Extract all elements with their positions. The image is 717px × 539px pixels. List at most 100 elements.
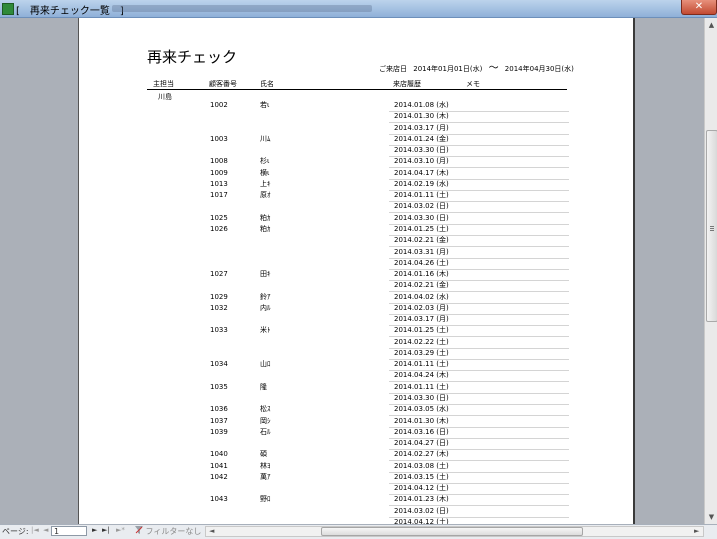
customer-no-cell: 1008 [210,157,228,166]
page-label: ページ: [2,527,29,536]
visit-date-cell: 2014.03.15 (土) [394,472,449,481]
customer-name-cell: 萬ｱ [260,472,271,481]
header-staff: 主担当 [153,80,174,88]
customer-no-cell: 1029 [210,292,228,301]
access-report-icon [2,3,14,15]
visit-date-cell: 2014.03.31 (月) [394,247,449,256]
visit-date-cell: 2014.01.23 (木) [394,495,449,504]
customer-no-cell: 1042 [210,472,228,481]
visit-date-cell: 2014.04.26 (土) [394,258,449,267]
visit-date-cell: 2014.02.03 (月) [394,303,449,312]
next-page-button[interactable]: ► [92,526,97,534]
customer-no-cell: 1017 [210,191,228,200]
prev-page-button[interactable]: ◄ [43,526,48,534]
customer-no-cell: 1013 [210,179,228,188]
filter-label: フィルターなし [145,527,202,536]
visit-date-cell: 2014.03.02 (日) [394,506,449,515]
visit-date-cell: 2014.03.02 (日) [394,202,449,211]
horizontal-scrollbar[interactable]: ◄ ► [205,526,704,537]
customer-name-cell: 野ﾛ [260,495,271,504]
date-from: 2014年01月01日(水) [413,65,483,73]
customer-name-cell: 川ﾑ [260,134,271,143]
visit-date-cell: 2014.04.24 (木) [394,371,449,380]
customer-name-cell: 上ｷ [260,179,271,188]
customer-no-cell: 1034 [210,360,228,369]
customer-name-cell: 山ﾛ [260,360,271,369]
blurred-title-region [112,5,372,12]
page-number-input[interactable]: 1 [51,526,87,536]
customer-name-cell: 碩 [260,450,267,459]
visit-date-cell: 2014.02.21 (金) [394,281,449,290]
customer-name-cell: 岡ｼ [260,416,271,425]
filter-icon [135,526,143,534]
scroll-right-arrow-icon[interactable]: ► [694,527,699,535]
visit-date-cell: 2014.03.16 (日) [394,427,449,436]
visit-date-cell: 2014.03.08 (土) [394,461,449,470]
customer-no-cell: 1027 [210,270,228,279]
customer-name-cell: 粕ｶ [260,213,271,222]
customer-name-cell: 若ι [260,101,270,109]
window-title: [ 再来チェック一覧 ] [16,6,124,17]
header-customer-no: 顧客番号 [209,80,237,88]
header-rule [147,89,567,90]
visit-date-cell: 2014.01.25 (土) [394,326,449,335]
customer-no-cell: 1040 [210,450,228,459]
visit-date-cell: 2014.01.11 (土) [394,191,449,200]
horizontal-scroll-thumb[interactable] [321,527,583,536]
customer-no-cell: 1003 [210,134,228,143]
customer-name-cell: 隆 [260,382,267,391]
header-name: 氏名 [260,80,274,88]
customer-name-cell: 内ﾙ [260,303,271,312]
visit-date-cell: 2014.04.12 (土) [394,484,449,493]
visit-date-cell: 2014.01.11 (土) [394,360,449,369]
visit-date-cell: 2014.03.17 (月) [394,123,449,132]
customer-name-cell: 横ι [260,168,270,177]
scroll-left-arrow-icon[interactable]: ◄ [209,527,214,535]
header-visits: 来店履歴 [393,80,421,88]
record-navigation-bar: ページ: |◄ ◄ 1 ► ►| ►* フィルターなし ◄ ► [0,524,717,539]
visit-date-cell: 2014.03.30 (日) [394,146,449,155]
customer-no-cell: 1009 [210,168,228,177]
visit-date-cell: 2014.04.02 (水) [394,292,449,301]
customer-no-cell: 1035 [210,382,228,391]
visit-date-cell: 2014.03.29 (土) [394,348,449,357]
visit-date-cell: 2014.04.17 (木) [394,168,449,177]
visit-date-cell: 2014.04.12 (土) [394,517,449,524]
first-page-button[interactable]: |◄ [31,526,39,534]
customer-name-cell: 杉ι [260,157,270,166]
visit-date-cell: 2014.03.05 (水) [394,405,449,414]
visit-date-cell: 2014.03.10 (月) [394,157,449,166]
filter-indicator[interactable]: フィルターなし [135,526,201,537]
customer-name-cell: 石ﾙ [260,427,271,436]
visit-date-cell: 2014.03.17 (月) [394,315,449,324]
visit-date-cell: 2014.01.30 (木) [394,112,449,121]
visit-date-cell: 2014.01.24 (金) [394,134,449,143]
scroll-up-arrow-icon[interactable]: ▲ [705,18,717,32]
customer-name-cell: 原ｵ [260,191,271,200]
header-memo: メモ [466,80,480,88]
visit-date-cell: 2014.02.22 (土) [394,337,449,346]
customer-no-cell: 1036 [210,405,228,414]
staff-name: 川島 [158,93,172,101]
customer-no-cell: 1002 [210,101,228,109]
vertical-scrollbar[interactable]: ▲ ▼ [704,18,717,524]
visit-date-cell: 2014.02.21 (金) [394,236,449,245]
last-page-button[interactable]: ►| [102,526,110,534]
visit-date-cell: 2014.01.08 (水) [394,101,449,109]
report-page: 再来チェック ご来店日 2014年01月01日(水) ～ 2014年04月30日… [78,18,635,524]
close-button[interactable]: ✕ [681,0,717,15]
report-title: 再来チェック [147,48,238,66]
scroll-down-arrow-icon[interactable]: ▼ [705,510,717,524]
visit-date-cell: 2014.01.16 (木) [394,270,449,279]
customer-no-cell: 1041 [210,461,228,470]
date-range: ご来店日 2014年01月01日(水) ～ 2014年04月30日(水) [379,59,574,74]
customer-no-cell: 1039 [210,427,228,436]
customer-no-cell: 1025 [210,213,228,222]
new-record-button[interactable]: ►* [116,526,125,534]
customer-name-cell: 粕ｶ [260,224,271,233]
customer-name-cell: 松ｽ [260,405,271,414]
date-tilde: ～ [488,63,499,74]
customer-name-cell: 米ﾄ [260,326,271,335]
date-range-label: ご来店日 [379,65,407,73]
vertical-scroll-thumb[interactable] [706,130,717,322]
